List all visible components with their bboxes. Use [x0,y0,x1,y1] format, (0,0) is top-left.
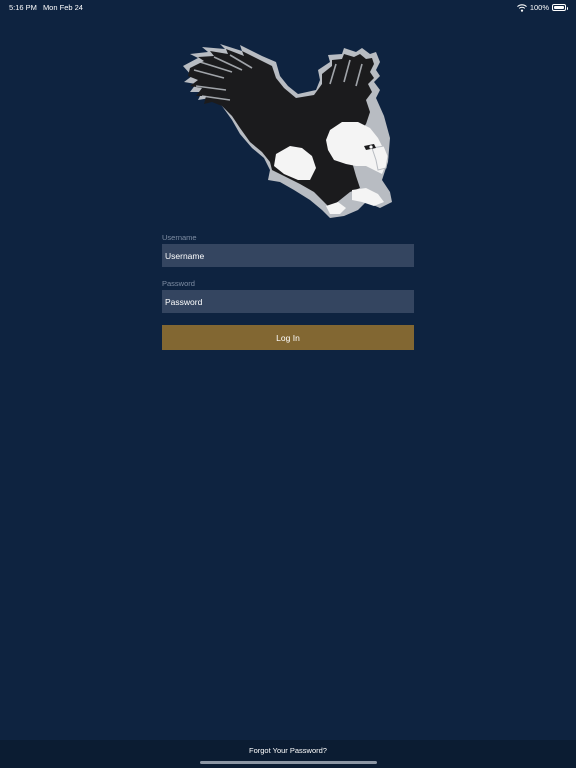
status-left: 5:16 PM Mon Feb 24 [9,3,83,12]
status-time: 5:16 PM [9,3,37,12]
battery-percent: 100% [529,3,549,12]
password-label: Password [162,279,195,288]
status-date: Mon Feb 24 [42,3,83,12]
battery-icon [552,4,568,11]
status-right: 100% [516,3,568,12]
wifi-icon [516,3,527,12]
password-input[interactable] [162,290,414,313]
username-input[interactable] [162,244,414,267]
home-indicator[interactable] [200,761,377,764]
login-form: Username Password Log In [162,233,414,350]
forgot-password-link[interactable]: Forgot Your Password? [0,746,576,755]
login-button[interactable]: Log In [162,325,414,350]
footer-bar: Forgot Your Password? [0,740,576,768]
login-screen: 5:16 PM Mon Feb 24 100% Username Usernam… [0,0,576,768]
battery-fill [554,6,564,9]
eagle-logo [183,44,392,218]
username-label: Username [162,233,197,242]
status-bar: 5:16 PM Mon Feb 24 100% [0,0,576,14]
